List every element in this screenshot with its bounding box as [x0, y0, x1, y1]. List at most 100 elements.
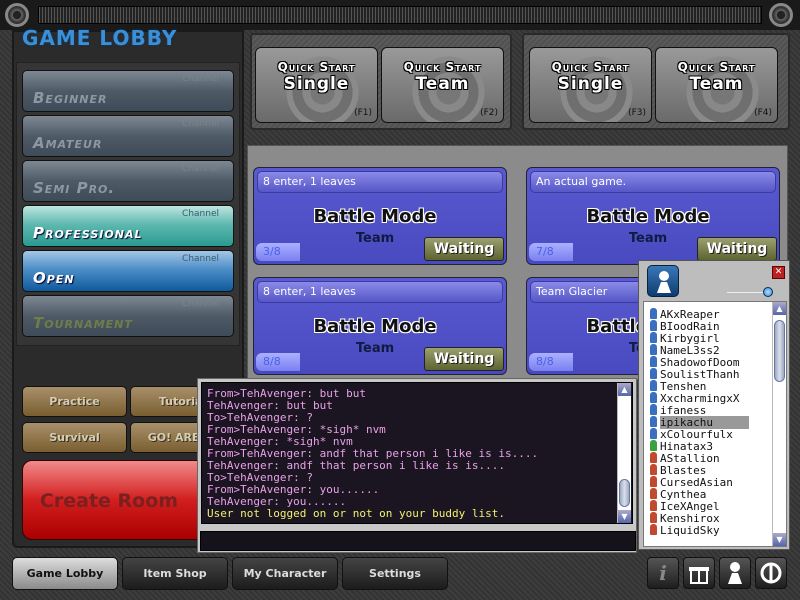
- scroll-thumb[interactable]: [774, 320, 785, 382]
- buddy-item[interactable]: AStallion: [650, 452, 720, 465]
- practice-button[interactable]: Practice: [22, 386, 127, 417]
- person-icon[interactable]: [719, 557, 751, 589]
- buddy-item[interactable]: NameL3ss2: [650, 344, 720, 357]
- buddy-status-icon: [650, 464, 657, 475]
- chat-log: From>TehAvenger: but but TehAvenger: but …: [201, 382, 633, 524]
- grille: [38, 6, 762, 24]
- room-status-button[interactable]: Waiting: [424, 347, 504, 371]
- scroll-thumb[interactable]: [619, 479, 630, 507]
- room-player-count: 7/8: [529, 243, 573, 261]
- buddy-status-icon: [650, 368, 657, 379]
- room-title: 8 enter, 1 leaves: [257, 281, 503, 303]
- buddy-status-icon: [650, 500, 657, 511]
- qs-line2: Single: [557, 74, 624, 94]
- room-player-count: 8/8: [256, 353, 300, 371]
- quick-start-single-button[interactable]: Quick Start Single (F3): [529, 47, 652, 123]
- room-card[interactable]: 8 enter, 1 leaves Battle Mode Team 8/8 W…: [253, 277, 507, 375]
- qs-hotkey: (F2): [480, 108, 498, 118]
- channel-tag: Channel: [182, 164, 219, 174]
- channel-amateur[interactable]: Channel Amateur: [22, 115, 234, 157]
- qs-line2: Team: [689, 74, 744, 94]
- channel-label: Beginner: [33, 89, 108, 107]
- chat-scrollbar[interactable]: ▲ ▼: [617, 383, 631, 523]
- channel-label: Tournament: [33, 314, 133, 332]
- chat-line: User not logged on or not on your buddy …: [207, 507, 506, 520]
- buddy-list: AKxReaper BIoodRain Kirbygirl NameL3ss2 …: [643, 301, 787, 547]
- buddy-item[interactable]: IceXAngel: [650, 500, 720, 513]
- buddy-status-icon: [650, 452, 657, 463]
- quick-start-team-button[interactable]: Quick Start Team (F4): [655, 47, 778, 123]
- buddy-item[interactable]: Hinatax3: [650, 440, 713, 453]
- quick-start-team-button[interactable]: Quick Start Team (F2): [381, 47, 504, 123]
- channel-label: Amateur: [33, 134, 103, 152]
- buddy-item[interactable]: Cynthea: [650, 488, 706, 501]
- buddy-status-icon: [650, 344, 657, 355]
- channel-tag: Channel: [182, 209, 219, 219]
- buddy-item[interactable]: AKxReaper: [650, 308, 720, 321]
- channel-professional[interactable]: Channel Professional: [22, 205, 234, 247]
- room-mode: Battle Mode: [313, 206, 437, 227]
- channel-beginner[interactable]: Channel Beginner: [22, 70, 234, 112]
- buddy-item[interactable]: SoulistThanh: [650, 368, 739, 381]
- channel-tag: Channel: [182, 299, 219, 309]
- qs-line2: Single: [283, 74, 350, 94]
- buddy-status-icon: [650, 380, 657, 391]
- buddy-item[interactable]: BIoodRain: [650, 320, 720, 333]
- scroll-down-icon[interactable]: ▼: [618, 510, 631, 523]
- room-player-count: 3/8: [256, 243, 300, 261]
- tab-settings[interactable]: Settings: [342, 557, 448, 590]
- channel-tag: Channel: [182, 119, 219, 129]
- buddy-item[interactable]: LiquidSky: [650, 524, 720, 537]
- room-status-button[interactable]: Waiting: [424, 237, 504, 261]
- tab-my-character[interactable]: My Character: [232, 557, 338, 590]
- gift-icon[interactable]: [683, 557, 715, 589]
- channel-open[interactable]: Channel Open: [22, 250, 234, 292]
- room-status-button[interactable]: Waiting: [697, 237, 777, 261]
- info-icon[interactable]: i: [647, 557, 679, 589]
- qs-line2: Team: [415, 74, 470, 94]
- power-icon[interactable]: [755, 557, 787, 589]
- chat-input[interactable]: [200, 531, 636, 551]
- chat-window: From>TehAvenger: but but TehAvenger: but …: [197, 378, 637, 553]
- buddy-avatar-icon: [647, 265, 679, 297]
- buddy-scrollbar[interactable]: ▲ ▼: [772, 302, 786, 546]
- buddy-item[interactable]: ifaness: [650, 404, 706, 417]
- scroll-up-icon[interactable]: ▲: [618, 383, 631, 396]
- quick-start-single-button[interactable]: Quick Start Single (F1): [255, 47, 378, 123]
- survival-button[interactable]: Survival: [22, 422, 127, 453]
- channel-label: Semi Pro.: [33, 179, 116, 197]
- buddy-status-icon: [650, 392, 657, 403]
- tab-game-lobby[interactable]: Game Lobby: [12, 557, 118, 590]
- buddy-item[interactable]: Blastes: [650, 464, 706, 477]
- create-room-button[interactable]: Create Room: [22, 460, 212, 540]
- buddy-status-icon: [650, 440, 657, 451]
- room-title: An actual game.: [530, 171, 776, 193]
- tab-item-shop[interactable]: Item Shop: [122, 557, 228, 590]
- channel-tag: Channel: [182, 74, 219, 84]
- scroll-down-icon[interactable]: ▼: [773, 533, 786, 546]
- room-card[interactable]: 8 enter, 1 leaves Battle Mode Team 3/8 W…: [253, 167, 507, 265]
- room-mode: Battle Mode: [313, 316, 437, 337]
- qs-line1: Quick Start: [403, 60, 482, 74]
- buddy-item[interactable]: Kirbygirl: [650, 332, 720, 345]
- buddy-item[interactable]: xColourfulx: [650, 428, 733, 441]
- buddy-status-icon: [650, 404, 657, 415]
- room-card[interactable]: An actual game. Battle Mode Team 7/8 Wai…: [526, 167, 780, 265]
- channel-semi-pro[interactable]: Channel Semi Pro.: [22, 160, 234, 202]
- buddy-item[interactable]: Kenshirox: [650, 512, 720, 525]
- buddy-item[interactable]: ipikachu: [650, 416, 749, 429]
- buddy-status-icon: [650, 524, 657, 535]
- scroll-up-icon[interactable]: ▲: [773, 302, 786, 315]
- buddy-item[interactable]: Tenshen: [650, 380, 706, 393]
- buddy-item[interactable]: ShadowofDoom: [650, 356, 739, 369]
- buddy-item[interactable]: CursedAsian: [650, 476, 733, 489]
- channel-label: Professional: [33, 224, 143, 242]
- buddy-status-icon: [650, 476, 657, 487]
- qs-hotkey: (F4): [754, 108, 772, 118]
- slider-knob[interactable]: [763, 287, 773, 297]
- buddy-status-icon: [650, 332, 657, 343]
- channel-tournament[interactable]: Channel Tournament: [22, 295, 234, 337]
- buddy-status-icon: [650, 308, 657, 319]
- buddy-item[interactable]: XxcharmingxX: [650, 392, 739, 405]
- close-icon[interactable]: ✕: [772, 266, 785, 279]
